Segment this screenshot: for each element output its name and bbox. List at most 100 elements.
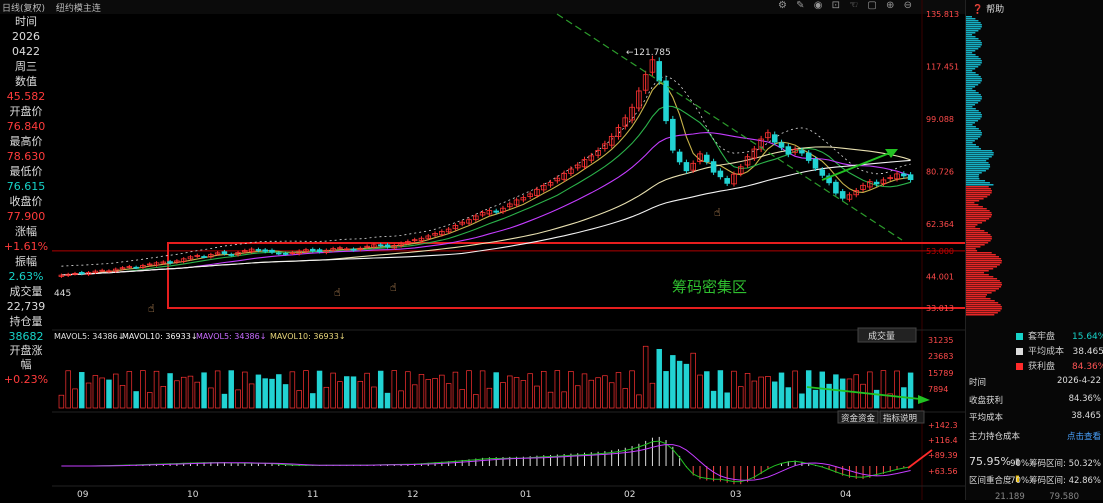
volume-bar [574, 385, 581, 409]
chip-bar [966, 266, 998, 268]
volume-bar [72, 388, 78, 409]
candle-body [656, 61, 663, 82]
volume-legend-item: MAVOL5: 34386↓ [196, 332, 266, 341]
volume-bar [751, 380, 758, 409]
x-axis-label: 03 [730, 490, 741, 500]
chip-bar [966, 18, 976, 20]
chip-bar [966, 204, 979, 206]
change-label: 涨幅 [15, 225, 37, 238]
legend-name: 套牢盘 [1028, 332, 1056, 342]
volume-bar [445, 383, 452, 409]
chip-bar [966, 104, 976, 106]
chip-bar [966, 192, 992, 194]
chip-bar [966, 54, 976, 56]
macd-tick-label: +89.39 [928, 451, 958, 460]
volume-bar [452, 371, 459, 409]
period-label[interactable]: 日线(复权) [2, 4, 45, 14]
volume-bar [704, 371, 710, 409]
low-label: 最低价 [9, 165, 43, 178]
chip-bar [966, 218, 990, 220]
candle-body [201, 256, 207, 258]
chip-bar [966, 220, 987, 222]
volume-bar [805, 370, 812, 409]
row-avgcost: 平均成本 38.465 [969, 411, 1101, 423]
chip-bar [966, 92, 979, 94]
chip-bar [966, 298, 991, 300]
macd-tick-label: +142.3 [928, 421, 958, 430]
volume-bar [568, 371, 574, 409]
candle-body [839, 191, 846, 199]
x-axis-label: 12 [407, 490, 418, 500]
chip-bar [966, 276, 994, 278]
volume-bar [153, 370, 160, 409]
macd-tick-label: +116.4 [928, 436, 958, 445]
price-tick-label: 135.813 [926, 10, 959, 19]
bottom-num-left: 21.189 [995, 492, 1025, 502]
view-link[interactable]: 点击查看 [1067, 430, 1101, 442]
volume-bar [303, 370, 309, 409]
volume-bar [636, 394, 642, 409]
volume-label: 成交量 [9, 285, 43, 298]
bottom-num-right: 79.580 [1049, 492, 1079, 502]
chip-bar [966, 32, 976, 34]
volume-bar [262, 378, 268, 409]
volume-bar [364, 372, 370, 409]
candle-body [133, 266, 139, 269]
chip-bar [966, 224, 978, 226]
chip-bar [966, 44, 982, 46]
chip-bar [966, 108, 976, 110]
volume-bar [581, 373, 588, 409]
overlap-row: 区间重合度 ▮ 70%筹码区间: 42.86% [969, 474, 1101, 486]
chip-bar [966, 236, 992, 238]
volume-bar [602, 375, 608, 409]
hand-marker-icon: ☝ [148, 302, 155, 315]
chip-bar [966, 112, 981, 114]
chip-bar [966, 46, 981, 48]
volume-tag-label: 成交量 [868, 330, 895, 342]
volume-bar [792, 370, 798, 409]
low-label: 445 [54, 289, 71, 299]
high-label: 最高价 [9, 135, 43, 148]
volume-bar [119, 385, 126, 409]
volume-bar [398, 390, 404, 409]
volume-bar [160, 386, 167, 409]
volume-bar [92, 375, 99, 409]
candle-body [778, 142, 785, 148]
chip-bar [966, 230, 985, 232]
chip-bar [966, 202, 975, 204]
chip-bar [966, 282, 1002, 284]
chip-bar [966, 144, 976, 146]
row-key: 时间 [969, 378, 987, 388]
volume-tick-label: 23683 [928, 352, 953, 361]
chip-bar [966, 232, 988, 234]
chart-area[interactable]: 筹码密集区 135.813 117.451 99.088 80.726 62.364 53… [7, 0, 1103, 500]
candle-body [350, 248, 357, 251]
bottom-button-label: 指标说明 [883, 413, 917, 424]
legend-trapped: 套牢盘 15.64% [1016, 329, 1103, 342]
legend-avg: 平均成本 38.465 [1016, 344, 1103, 357]
x-axis-label: 04 [840, 490, 852, 500]
volume-bar [296, 390, 302, 409]
peak-label: ←121.785 [626, 48, 671, 58]
chip-bar [966, 180, 986, 182]
value-value: 45.582 [6, 90, 46, 103]
chip-bar [966, 308, 1002, 310]
volume-bar [405, 371, 411, 409]
volume-bar [622, 388, 628, 409]
volume-bar [785, 387, 792, 409]
volume-bar [384, 392, 391, 409]
volume-bar [323, 386, 330, 409]
candle-body [799, 150, 805, 154]
chip-bar [966, 98, 982, 100]
volume-bar [228, 370, 234, 409]
kline-chart[interactable]: 筹码密集区 135.813 117.451 99.088 80.726 62.364 53… [7, 0, 1103, 500]
candle-body [724, 178, 730, 184]
chip-bar [966, 284, 1002, 286]
volume-bar [676, 360, 683, 409]
chip-bar [966, 182, 990, 184]
chip-bar [966, 278, 998, 280]
chip-bar [966, 164, 990, 166]
volume-bar [113, 373, 119, 409]
chip-bar [966, 82, 981, 84]
row-value: 84.36% [1068, 394, 1101, 404]
